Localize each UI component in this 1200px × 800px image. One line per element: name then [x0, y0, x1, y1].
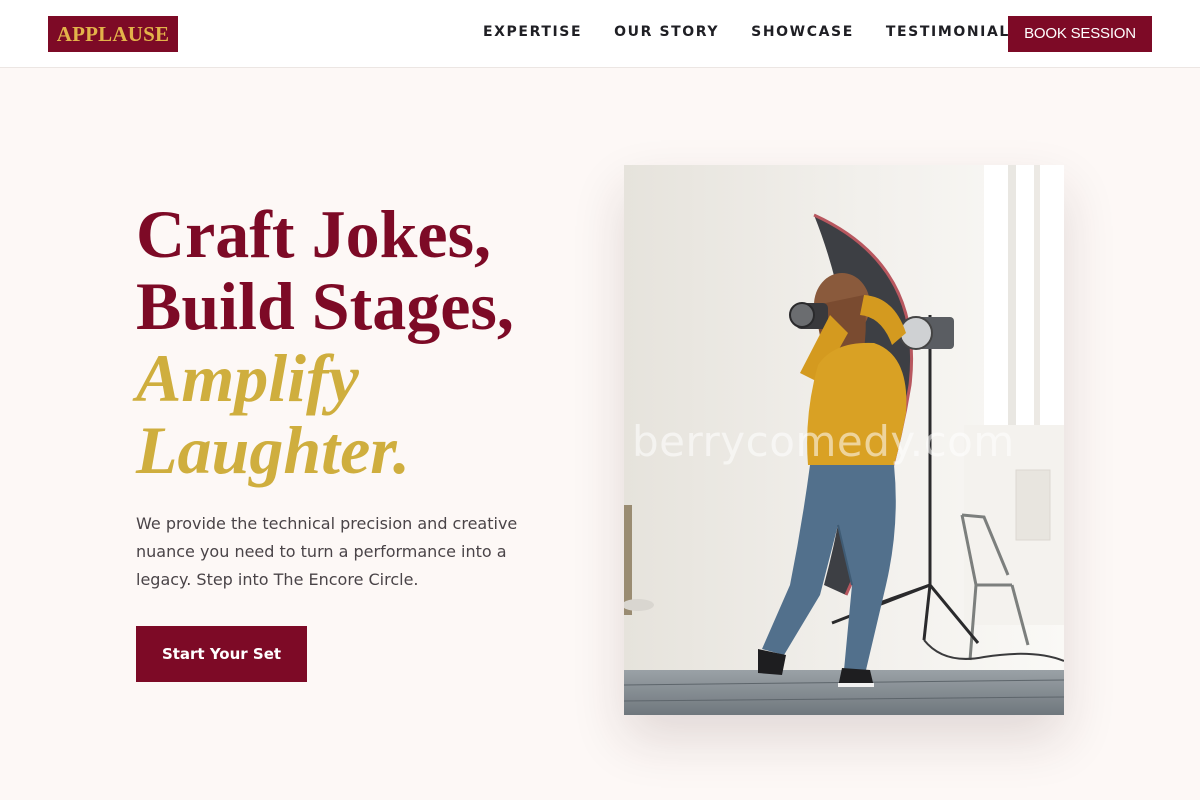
brand-logo[interactable]: APPLAUSE	[48, 16, 178, 52]
hero-title: Craft Jokes, Build Stages, Amplify Laugh…	[136, 198, 596, 486]
hero-description: We provide the technical precision and c…	[136, 514, 518, 589]
hero-title-line-2: Build Stages,	[136, 268, 514, 344]
photographer-illustration	[624, 165, 1064, 715]
book-session-button[interactable]: BOOK SESSION	[1008, 16, 1152, 52]
nav-link-our-story[interactable]: OUR STORY	[614, 22, 719, 42]
main-nav: EXPERTISE OUR STORY SHOWCASE TESTIMONIAL…	[483, 22, 1022, 42]
hero-title-accent-line-1: Amplify	[136, 340, 359, 416]
nav-link-showcase[interactable]: SHOWCASE	[751, 22, 854, 42]
top-navbar: APPLAUSE EXPERTISE OUR STORY SHOWCASE TE…	[0, 0, 1200, 68]
start-your-set-button[interactable]: Start Your Set	[136, 626, 307, 682]
hero-title-line-1: Craft Jokes,	[136, 196, 492, 272]
hero-photo: berrycomedy.com	[624, 165, 1064, 715]
nav-link-testimonials[interactable]: TESTIMONIALS	[886, 22, 1022, 42]
hero-title-accent-line-2: Laughter.	[136, 412, 410, 488]
nav-link-expertise[interactable]: EXPERTISE	[483, 22, 582, 42]
